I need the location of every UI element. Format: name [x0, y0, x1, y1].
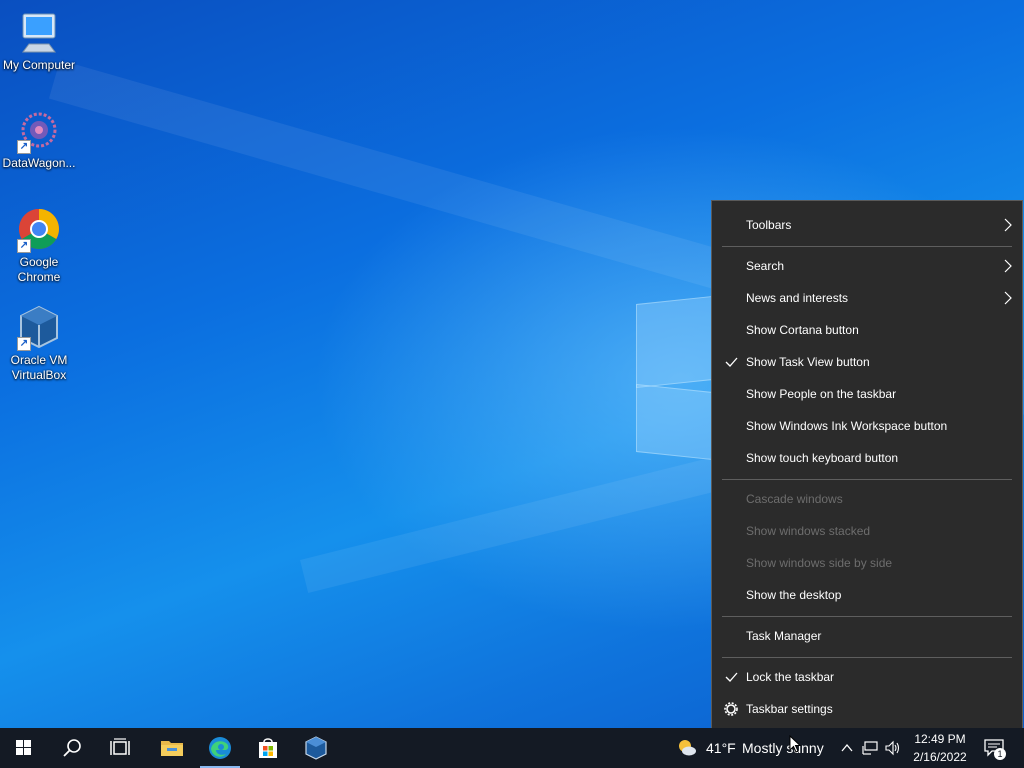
chevron-right-icon: [1004, 291, 1012, 305]
menu-item-show-windows-side-by-side: Show windows side by side: [712, 547, 1022, 579]
task-view-icon: [110, 738, 130, 755]
volume-icon[interactable]: [885, 740, 901, 756]
menu-item-label: Lock the taskbar: [746, 670, 835, 684]
menu-item-label: Search: [746, 259, 785, 273]
task-view-button[interactable]: [96, 728, 144, 768]
desktop-icon-google-chrome[interactable]: ↗ Google Chrome: [0, 205, 78, 285]
menu-item-taskbar-settings[interactable]: Taskbar settings: [712, 693, 1022, 725]
menu-item-label: Show windows stacked: [746, 524, 871, 538]
desktop-icon-datawagon[interactable]: ↗ DataWagon...: [0, 106, 78, 171]
taskbar-context-menu: Toolbars Search News and interests Show …: [711, 200, 1023, 733]
clock-date: 2/16/2022: [913, 750, 967, 764]
clock-time: 12:49 PM: [914, 732, 966, 746]
menu-item-show-people[interactable]: Show People on the taskbar: [712, 378, 1022, 410]
store-button[interactable]: [244, 728, 292, 768]
menu-item-label: Show touch keyboard button: [746, 451, 899, 465]
store-icon: [259, 738, 277, 758]
virtualbox-icon: [305, 736, 327, 760]
menu-item-label: Show Windows Ink Workspace button: [746, 419, 948, 433]
desktop-icon-my-computer[interactable]: My Computer: [0, 8, 78, 73]
menu-separator: [722, 616, 1012, 617]
mouse-cursor: [789, 735, 801, 753]
menu-item-label: Cascade windows: [746, 492, 843, 506]
menu-item-cascade-windows: Cascade windows: [712, 483, 1022, 515]
start-icon: [16, 740, 31, 755]
menu-item-news-and-interests[interactable]: News and interests: [712, 282, 1022, 314]
notification-center-button[interactable]: 1: [976, 728, 1020, 768]
menu-item-label: Task Manager: [746, 629, 822, 643]
chrome-icon: ↗: [15, 205, 63, 253]
menu-item-label: Show the desktop: [746, 588, 842, 602]
menu-item-label: Show People on the taskbar: [746, 387, 897, 401]
menu-separator: [722, 246, 1012, 247]
file-explorer-icon: [161, 741, 183, 756]
datawagon-icon: ↗: [15, 106, 63, 154]
file-explorer-button[interactable]: [148, 728, 196, 768]
search-icon: [63, 739, 81, 757]
menu-item-label: News and interests: [746, 291, 849, 305]
windows-logo-pane: [636, 295, 713, 389]
menu-item-show-windows-ink[interactable]: Show Windows Ink Workspace button: [712, 410, 1022, 442]
menu-item-toolbars[interactable]: Toolbars: [712, 209, 1022, 241]
virtualbox-taskbar-button[interactable]: [292, 728, 340, 768]
menu-item-show-the-desktop[interactable]: Show the desktop: [712, 579, 1022, 611]
menu-item-search[interactable]: Search: [712, 250, 1022, 282]
search-button[interactable]: [48, 728, 96, 768]
shortcut-arrow-icon: ↗: [17, 239, 31, 253]
weather-temperature[interactable]: 41°F: [706, 728, 736, 768]
clock[interactable]: 12:49 PM 2/16/2022: [908, 730, 972, 766]
menu-separator: [722, 657, 1012, 658]
weather-icon: [679, 740, 696, 756]
desktop-icon-label: Oracle VM VirtualBox: [10, 353, 68, 382]
chevron-right-icon: [1004, 259, 1012, 273]
gear-icon: [724, 702, 738, 716]
menu-item-show-windows-stacked: Show windows stacked: [712, 515, 1022, 547]
checkmark-icon: [725, 357, 738, 367]
notification-count-badge: 1: [994, 748, 1006, 760]
edge-button[interactable]: [196, 728, 244, 768]
menu-item-show-touch-keyboard[interactable]: Show touch keyboard button: [712, 442, 1022, 474]
virtualbox-icon: ↗: [15, 303, 63, 351]
menu-item-label: Show windows side by side: [746, 556, 893, 570]
menu-item-label: Show Cortana button: [746, 323, 859, 337]
chevron-up-icon[interactable]: [840, 741, 854, 755]
windows-logo-pane: [636, 383, 713, 461]
chevron-right-icon: [1004, 218, 1012, 232]
menu-separator: [722, 479, 1012, 480]
network-icon[interactable]: [862, 740, 878, 756]
desktop-icon-label: DataWagon...: [2, 156, 76, 170]
menu-item-label: Taskbar settings: [746, 702, 833, 716]
desktop-icon-label: Google Chrome: [17, 255, 61, 284]
shortcut-arrow-icon: ↗: [17, 337, 31, 351]
start-button[interactable]: [0, 728, 48, 768]
computer-icon: [15, 8, 63, 56]
taskbar: 41°F Mostly sunny 12:49 PM 2/16/2022 1: [0, 728, 1024, 768]
edge-icon: [209, 737, 231, 759]
desktop-icon-label: My Computer: [2, 58, 76, 72]
weather-condition[interactable]: Mostly sunny: [742, 728, 824, 768]
menu-item-show-task-view-button[interactable]: Show Task View button: [712, 346, 1022, 378]
menu-item-lock-the-taskbar[interactable]: Lock the taskbar: [712, 661, 1022, 693]
checkmark-icon: [725, 672, 738, 682]
menu-item-label: Show Task View button: [746, 355, 870, 369]
menu-item-label: Toolbars: [746, 218, 792, 232]
menu-item-task-manager[interactable]: Task Manager: [712, 620, 1022, 652]
menu-item-show-cortana-button[interactable]: Show Cortana button: [712, 314, 1022, 346]
desktop-icon-virtualbox[interactable]: ↗ Oracle VM VirtualBox: [0, 303, 78, 383]
shortcut-arrow-icon: ↗: [17, 140, 31, 154]
